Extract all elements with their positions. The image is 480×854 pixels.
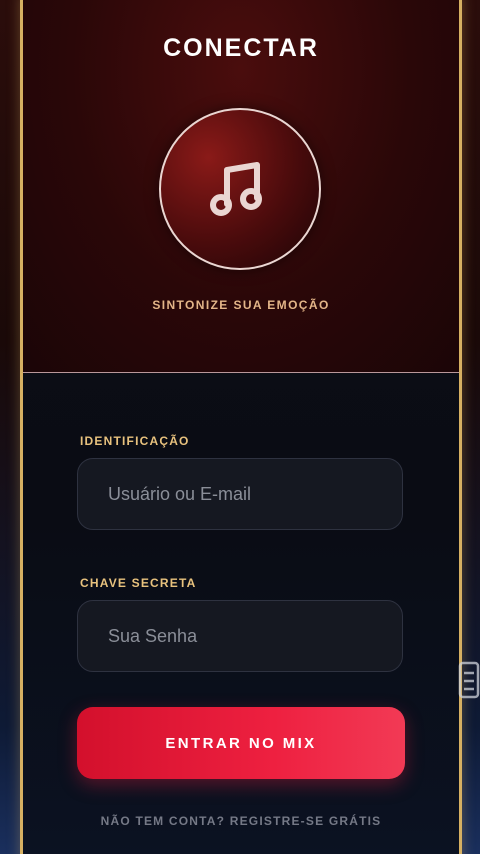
tagline: SINTONIZE SUA EMOÇÃO (152, 298, 330, 312)
background-left (0, 0, 20, 854)
page-title: CONECTAR (163, 34, 319, 62)
background-right (459, 0, 480, 854)
login-card: CONECTAR SINTONIZE SUA EMOÇÃO IDENTIFICA… (20, 0, 462, 854)
card-header: CONECTAR SINTONIZE SUA EMOÇÃO (23, 0, 459, 373)
logo-circle (159, 108, 321, 270)
password-label: CHAVE SECRETA (80, 576, 197, 590)
username-input[interactable] (77, 458, 403, 530)
page-peek-icon (458, 661, 480, 699)
password-input[interactable] (77, 600, 403, 672)
signup-link[interactable]: NÃO TEM CONTA? REGISTRE-SE GRÁTIS (23, 814, 459, 828)
login-button[interactable]: ENTRAR NO MIX (77, 707, 405, 779)
login-screen: CONECTAR SINTONIZE SUA EMOÇÃO IDENTIFICA… (0, 0, 480, 854)
username-label: IDENTIFICAÇÃO (80, 434, 190, 448)
music-note-icon (210, 162, 262, 216)
